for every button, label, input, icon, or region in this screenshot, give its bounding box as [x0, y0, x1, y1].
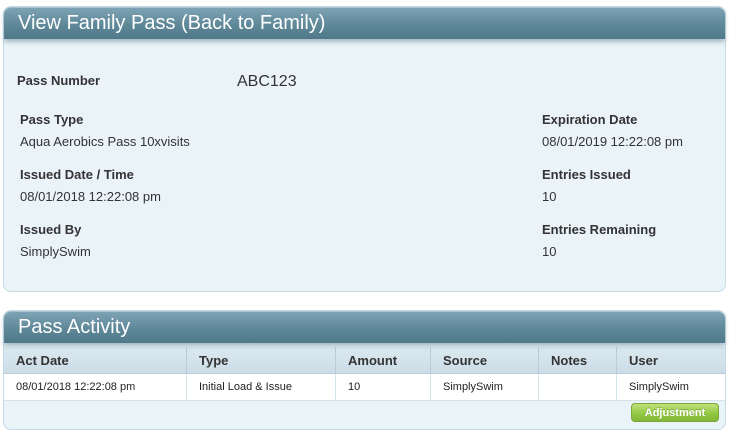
- issued-datetime-value: 08/01/2018 12:22:08 pm: [20, 189, 161, 204]
- activity-header-row: Act Date Type Amount Source Notes User: [4, 347, 725, 374]
- pass-panel-title[interactable]: View Family Pass (Back to Family): [4, 7, 725, 39]
- entries-issued-value: 10: [542, 189, 557, 204]
- pass-activity-panel: Pass Activity Act Date Type Amount Sourc…: [3, 310, 726, 430]
- pass-number-label: Pass Number: [17, 73, 101, 88]
- adjustment-button[interactable]: Adjustment: [631, 403, 719, 422]
- col-notes[interactable]: Notes: [538, 347, 617, 374]
- pass-details-panel: View Family Pass (Back to Family) Pass N…: [3, 6, 726, 292]
- activity-panel-title: Pass Activity: [4, 311, 725, 343]
- cell-type: Initial Load & Issue: [186, 373, 336, 401]
- entries-issued-label: Entries Issued: [542, 167, 631, 182]
- pass-number-value: ABC123: [237, 73, 297, 90]
- issued-datetime-label: Issued Date / Time: [20, 167, 134, 182]
- cell-amount: 10: [335, 373, 431, 401]
- col-source[interactable]: Source: [430, 347, 539, 374]
- cell-source: SimplySwim: [430, 373, 539, 401]
- pass-type-value: Aqua Aerobics Pass 10xvisits: [20, 134, 190, 149]
- col-user[interactable]: User: [616, 347, 725, 374]
- cell-user: SimplySwim: [616, 373, 725, 401]
- table-row: 08/01/2018 12:22:08 pm Initial Load & Is…: [4, 373, 725, 401]
- col-act-date[interactable]: Act Date: [4, 347, 187, 374]
- expiration-date-value: 08/01/2019 12:22:08 pm: [542, 134, 683, 149]
- expiration-date-label: Expiration Date: [542, 112, 638, 127]
- col-amount[interactable]: Amount: [335, 347, 431, 374]
- cell-notes: [538, 373, 617, 401]
- entries-remaining-value: 10: [542, 244, 557, 259]
- pass-type-label: Pass Type: [20, 112, 84, 127]
- issued-by-value: SimplySwim: [20, 244, 91, 259]
- cell-act-date: 08/01/2018 12:22:08 pm: [4, 373, 187, 401]
- issued-by-label: Issued By: [20, 222, 82, 237]
- activity-table: Act Date Type Amount Source Notes User 0…: [4, 347, 725, 401]
- col-type[interactable]: Type: [186, 347, 336, 374]
- entries-remaining-label: Entries Remaining: [542, 222, 657, 237]
